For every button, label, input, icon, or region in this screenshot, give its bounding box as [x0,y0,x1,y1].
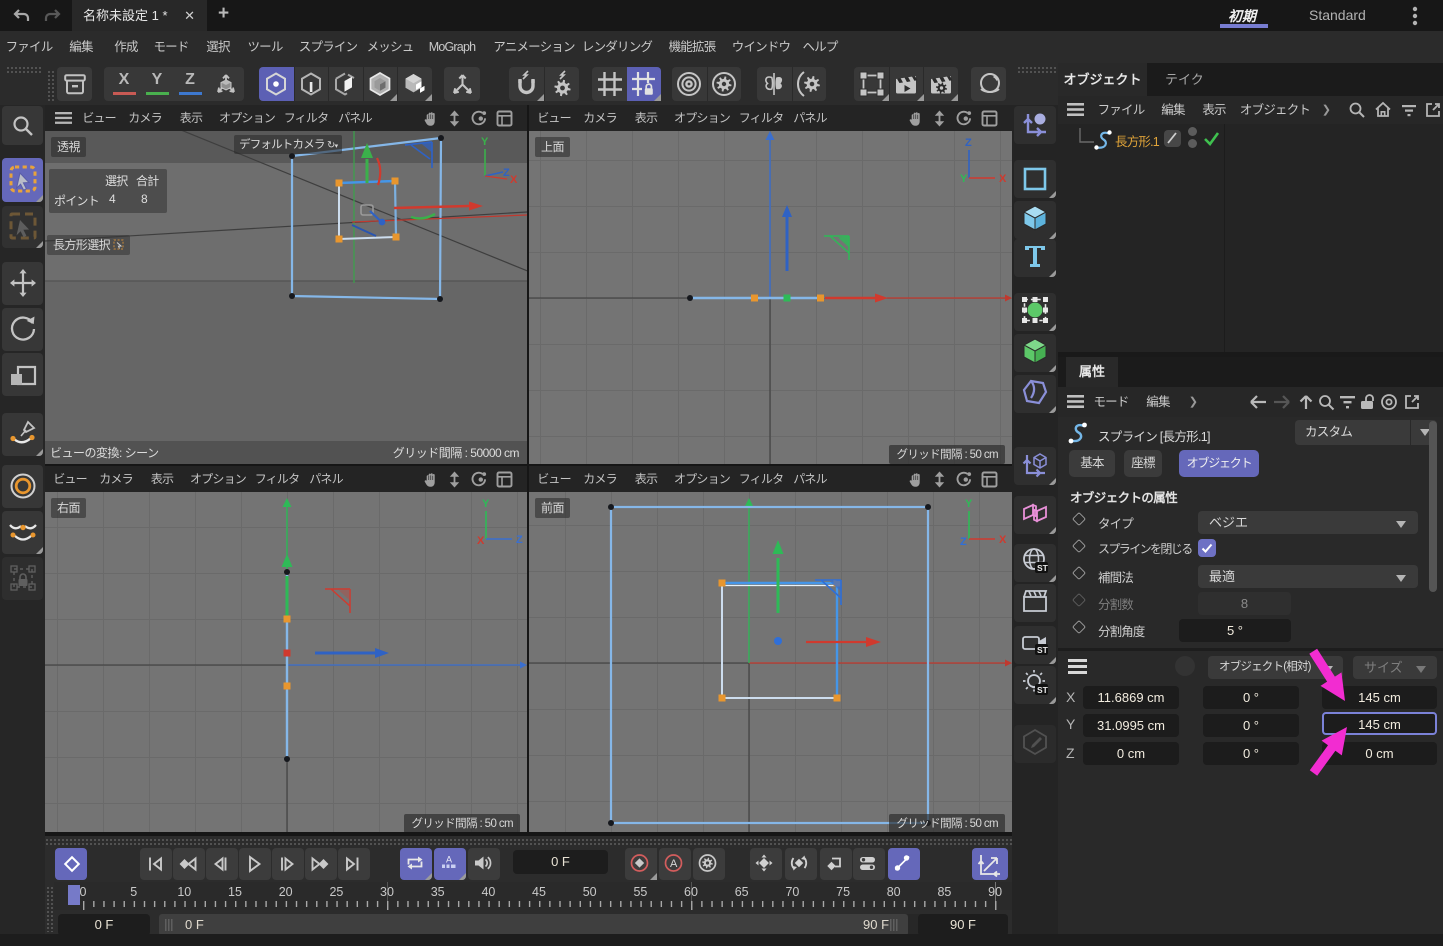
svg-text:Z: Z [960,536,967,548]
svg-text:ST: ST [1037,563,1049,573]
svg-text:Z: Z [503,167,510,179]
svg-text:ST: ST [1037,645,1049,655]
svg-text:X: X [999,534,1007,546]
svg-text:X: X [510,174,518,186]
svg-text:Z: Z [965,137,972,149]
svg-text:ST: ST [1037,685,1049,695]
svg-text:A: A [670,858,678,870]
svg-text:X: X [477,535,485,547]
svg-text:Z: Z [516,534,523,546]
svg-text:Y: Y [960,173,968,185]
svg-text:Y: Y [482,498,490,510]
svg-text:Y: Y [965,498,973,510]
svg-text:X: X [999,173,1007,185]
svg-text:Y: Y [481,136,489,148]
svg-text:A: A [446,855,452,865]
